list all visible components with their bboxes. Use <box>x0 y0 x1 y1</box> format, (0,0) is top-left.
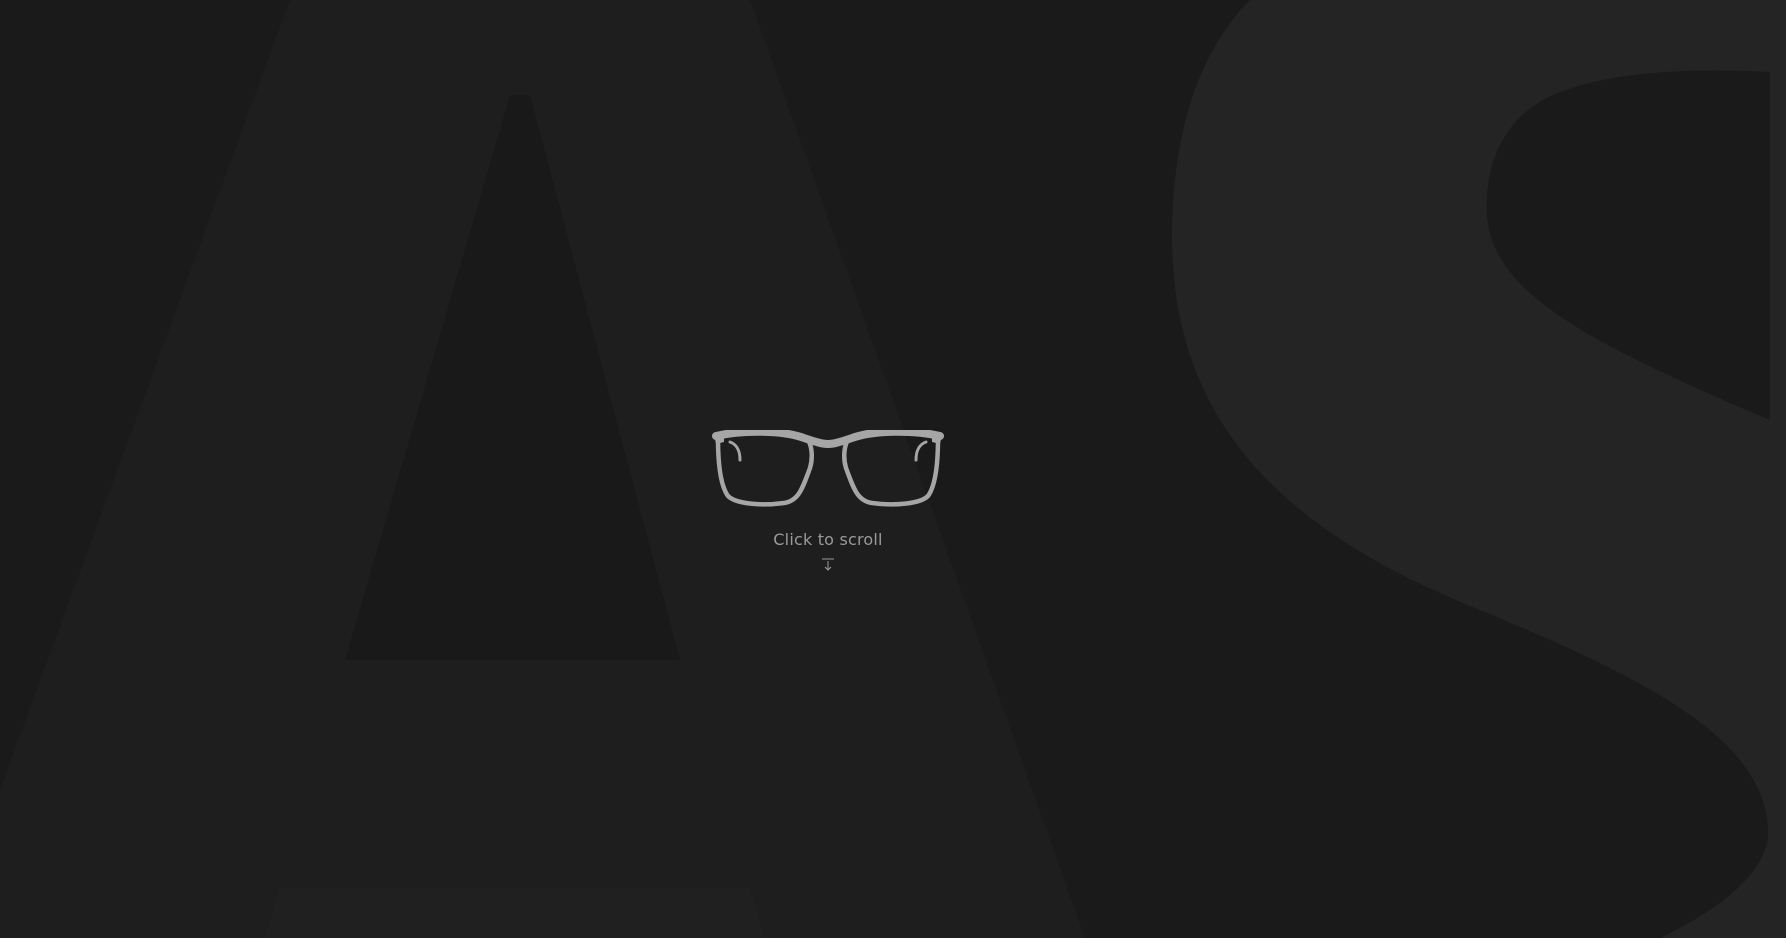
background-letter-a-lower-counter <box>265 888 765 938</box>
arrow-down-to-line-icon[interactable] <box>820 557 836 573</box>
hero-section: Click to scroll <box>0 0 1786 938</box>
eyeglasses-icon <box>712 430 944 507</box>
hero-center: Click to scroll <box>0 430 1656 573</box>
scroll-label[interactable]: Click to scroll <box>773 530 882 549</box>
